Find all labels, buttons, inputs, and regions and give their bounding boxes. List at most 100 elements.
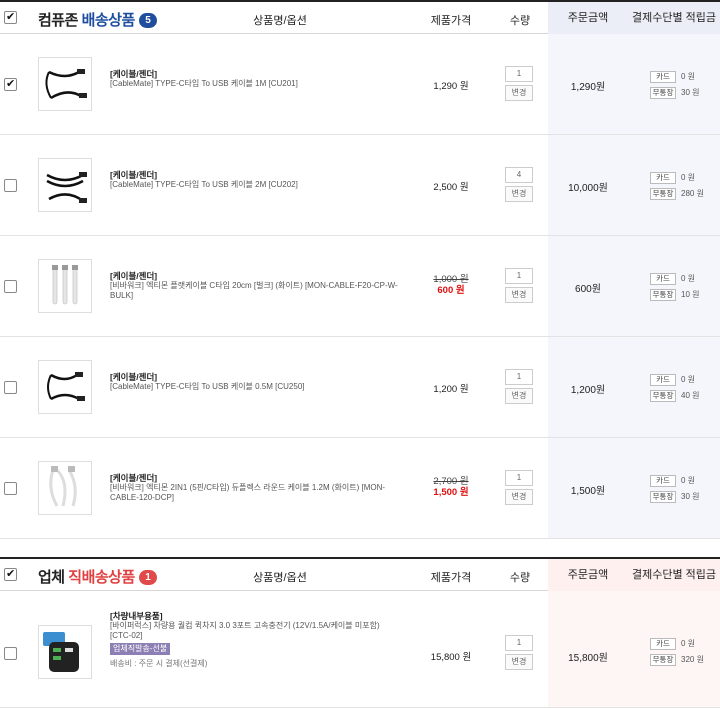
product-image[interactable] (38, 461, 92, 515)
quantity-input[interactable]: 1 (505, 66, 533, 82)
quantity-input[interactable]: 1 (505, 635, 533, 651)
quantity-input[interactable]: 1 (505, 369, 533, 385)
original-price: 2,700 원 (433, 476, 469, 487)
original-price: 1,000 원 (433, 274, 469, 285)
product-image[interactable] (38, 259, 92, 313)
bank-transfer-points: 30 원 (681, 492, 700, 501)
row-checkbox[interactable] (4, 280, 17, 293)
quantity-change-button[interactable]: 변경 (505, 654, 533, 670)
section-title-highlight: 직배송상품 (68, 569, 135, 586)
shipping-option-badge: 업체직발송-선불 (110, 643, 171, 655)
select-all-checkbox[interactable] (4, 567, 17, 581)
quantity-control: 1 변경 (505, 369, 535, 404)
product-info: [케이블/젠더] [CableMate] TYPE-C타입 To USB 케이블… (110, 69, 400, 89)
quantity-control: 1 변경 (505, 66, 535, 101)
card-points: 0 원 (681, 173, 696, 182)
bank-transfer-label: 무통장 (650, 187, 676, 200)
product-image[interactable] (38, 158, 92, 212)
quantity-change-button[interactable]: 변경 (505, 85, 533, 101)
compuzone-shipping-section: 컴퓨존 배송상품5 상품명/옵션 제품가격 수량 주문금액 결제수단별 적립금 … (0, 0, 720, 539)
quantity-input[interactable]: 1 (505, 268, 533, 284)
quantity-change-button[interactable]: 변경 (505, 489, 533, 505)
product-info: [케이블/젠더] [비바워크] 엑티몬 2IN1 (5핀/C타입) 듀플렉스 라… (110, 473, 400, 503)
select-all-checkbox[interactable] (4, 10, 17, 24)
product-category: [케이블/젠더] (110, 372, 158, 382)
product-name[interactable]: [CableMate] TYPE-C타입 To USB 케이블 2M [CU20… (110, 180, 400, 190)
bank-transfer-points: 40 원 (681, 391, 700, 400)
cart-row: [케이블/젠더] [CableMate] TYPE-C타입 To USB 케이블… (0, 337, 720, 438)
quantity-control: 1 변경 (505, 635, 535, 670)
column-header-price: 제품가격 (430, 572, 472, 584)
product-name[interactable]: [비바워크] 엑티몬 플랫케이블 C타입 20cm [벌크] (화이트) [MO… (110, 281, 400, 301)
product-name[interactable]: [비바워크] 엑티몬 2IN1 (5핀/C타입) 듀플렉스 라운드 케이블 1.… (110, 483, 400, 503)
card-points: 0 원 (681, 72, 696, 81)
section-header: 컴퓨존 배송상품5 상품명/옵션 제품가격 수량 주문금액 결제수단별 적립금 (0, 0, 720, 34)
order-amount: 1,200원 (570, 385, 606, 396)
section-title: 컴퓨존 배송상품 5 (38, 9, 157, 30)
product-info: [케이블/젠더] [비바워크] 엑티몬 플랫케이블 C타입 20cm [벌크] … (110, 271, 400, 301)
quantity-input[interactable]: 1 (505, 470, 533, 486)
bank-transfer-points: 320 원 (681, 655, 704, 664)
product-price: 1,000 원 600 원 (420, 274, 482, 296)
row-checkbox[interactable] (4, 179, 17, 192)
card-points: 0 원 (681, 476, 696, 485)
product-price: 15,800 원 (430, 652, 472, 663)
shipping-fee-info: 배송비 : 주문 시 결제(선결제) (110, 659, 400, 669)
quantity-change-button[interactable]: 변경 (505, 186, 533, 202)
bank-transfer-label: 무통장 (650, 490, 676, 503)
payment-points: 카드 0 원 무통장 280 원 (650, 171, 716, 203)
sale-price: 1,500 원 (433, 487, 469, 498)
row-checkbox[interactable] (4, 77, 17, 91)
column-header-qty: 수량 (509, 15, 531, 27)
card-points: 0 원 (681, 274, 696, 283)
column-header-qty: 수량 (509, 572, 531, 584)
cart-row: [케이블/젠더] [CableMate] TYPE-C타입 To USB 케이블… (0, 135, 720, 236)
shipping-fee-value: 주문 시 결제(선결제) (138, 659, 208, 668)
product-price: 2,500 원 (433, 182, 469, 193)
product-image[interactable] (38, 57, 92, 111)
card-points: 0 원 (681, 375, 696, 384)
product-category: [케이블/젠더] (110, 473, 158, 483)
column-header-product: 상품명/옵션 (253, 572, 307, 584)
card-label: 카드 (650, 637, 676, 650)
product-info: [케이블/젠더] [CableMate] TYPE-C타입 To USB 케이블… (110, 372, 400, 392)
quantity-change-button[interactable]: 변경 (505, 287, 533, 303)
bank-transfer-points: 10 원 (681, 290, 700, 299)
quantity-change-button[interactable]: 변경 (505, 388, 533, 404)
section-title-prefix: 컴퓨존 (38, 12, 82, 29)
payment-points: 카드 0 원 무통장 10 원 (650, 272, 716, 304)
product-info: [케이블/젠더] [CableMate] TYPE-C타입 To USB 케이블… (110, 170, 400, 190)
payment-points: 카드 0 원 무통장 30 원 (650, 474, 716, 506)
item-count-badge: 5 (138, 13, 157, 28)
section-title-highlight: 배송상품 (81, 12, 136, 29)
product-name[interactable]: [CableMate] TYPE-C타입 To USB 케이블 1M [CU20… (110, 79, 400, 89)
quantity-input[interactable]: 4 (505, 167, 533, 183)
payment-points: 카드 0 원 무통장 40 원 (650, 373, 716, 405)
item-count-badge: 1 (138, 570, 157, 585)
column-header-order: 주문금액 (548, 559, 628, 591)
bank-transfer-points: 30 원 (681, 88, 700, 97)
product-name[interactable]: [바이퍼럭스] 차량용 퀄컴 퀵차지 3.0 3포트 고속충전기 (12V/1.… (110, 621, 400, 641)
row-checkbox[interactable] (4, 482, 17, 495)
row-checkbox[interactable] (4, 381, 17, 394)
quantity-control: 4 변경 (505, 167, 535, 202)
product-name[interactable]: [CableMate] TYPE-C타입 To USB 케이블 0.5M [CU… (110, 382, 400, 392)
card-points: 0 원 (681, 639, 696, 648)
sale-price: 600 원 (437, 285, 465, 296)
cart-row: [케이블/젠더] [CableMate] TYPE-C타입 To USB 케이블… (0, 34, 720, 135)
order-amount: 600원 (575, 284, 601, 295)
product-category: [케이블/젠더] (110, 271, 158, 281)
quantity-control: 1 변경 (505, 268, 535, 303)
column-header-order: 주문금액 (548, 2, 628, 34)
product-image[interactable] (38, 625, 92, 679)
order-amount: 1,500원 (570, 486, 606, 497)
quantity-control: 1 변경 (505, 470, 535, 505)
product-image[interactable] (38, 360, 92, 414)
row-checkbox[interactable] (4, 647, 17, 660)
card-label: 카드 (650, 474, 676, 487)
payment-points: 카드 0 원 무통장 30 원 (650, 70, 716, 102)
product-category: [차량내부용품] (110, 611, 163, 621)
card-label: 카드 (650, 70, 676, 83)
cart-row: [케이블/젠더] [비바워크] 엑티몬 2IN1 (5핀/C타입) 듀플렉스 라… (0, 438, 720, 539)
product-category: [케이블/젠더] (110, 69, 158, 79)
